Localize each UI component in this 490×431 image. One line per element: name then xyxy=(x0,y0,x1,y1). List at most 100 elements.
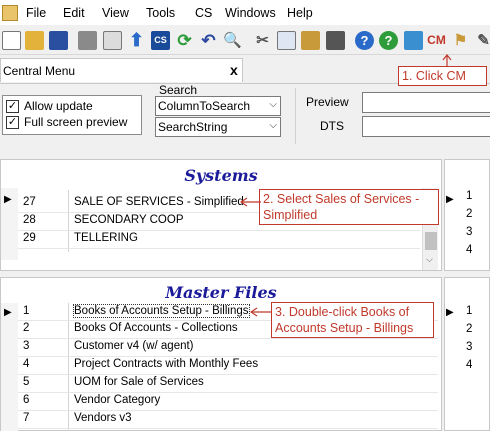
current-row-indicator-icon: ▶ xyxy=(4,194,12,205)
table-row[interactable]: 29 TELLERING xyxy=(17,231,422,247)
callout-arrow-2 xyxy=(240,197,261,207)
preview-group: Preview DTS xyxy=(295,88,490,144)
column-to-search-value: ColumnToSearch xyxy=(158,99,251,113)
row-number: 28 xyxy=(23,214,36,226)
row-description: Vendors v3 xyxy=(74,412,132,424)
table-row[interactable]: 5 UOM for Sale of Services xyxy=(17,375,439,391)
row-divider xyxy=(18,230,420,231)
paste-icon[interactable] xyxy=(301,31,320,50)
callout-step-2: 2. Select Sales of Services - Simplified xyxy=(259,189,439,225)
menu-cs[interactable]: CS xyxy=(195,6,212,20)
master-files-title: Master Files xyxy=(165,283,277,302)
grid-icon[interactable] xyxy=(326,31,345,50)
copy-icon[interactable] xyxy=(277,31,296,50)
row-description: Books Of Accounts - Collections xyxy=(74,322,238,334)
table-row[interactable]: 3 Customer v4 (w/ agent) xyxy=(17,339,439,355)
menu-file[interactable]: File xyxy=(26,6,46,20)
row-number: 1 xyxy=(23,305,30,317)
tab-title: Central Menu xyxy=(3,64,76,78)
cs-icon[interactable]: CS xyxy=(151,31,170,50)
row-divider xyxy=(18,428,438,429)
row-description: Vendor Category xyxy=(74,394,161,406)
row-number: 2 xyxy=(23,322,30,334)
menu-bar: File Edit View Tools CS Windows Help xyxy=(0,0,490,26)
row-number: 1 xyxy=(466,305,473,317)
scroll-down-icon[interactable]: ⌵ xyxy=(426,254,433,265)
menu-help[interactable]: Help xyxy=(287,6,313,20)
row-number: 2 xyxy=(466,323,473,335)
tools-icon[interactable]: ✎ xyxy=(474,31,490,50)
row-description: UOM for Sale of Services xyxy=(74,376,204,388)
scrollbar-thumb[interactable] xyxy=(425,232,437,250)
up-arrow-icon[interactable]: ⬆ xyxy=(127,31,146,50)
row-description: SALE OF SERVICES - Simplified xyxy=(74,196,244,208)
row-number: 4 xyxy=(23,358,30,370)
row-number: 4 xyxy=(466,244,473,256)
options-box: ✓ Allow update ✓ Full screen preview xyxy=(2,95,142,135)
chevron-down-icon: ⌵ xyxy=(269,120,277,131)
row-number: 27 xyxy=(23,196,36,208)
dts-input[interactable] xyxy=(362,116,490,137)
row-description: SECONDARY COOP xyxy=(74,214,184,226)
user-icon[interactable]: ⚑ xyxy=(451,31,470,50)
help-icon[interactable]: ? xyxy=(355,31,374,50)
callout-arrow-1 xyxy=(442,54,452,67)
menu-view[interactable]: View xyxy=(102,6,129,20)
column-to-search-combo[interactable]: ColumnToSearch ⌵ xyxy=(155,96,281,116)
row-divider xyxy=(18,248,420,249)
row-number: 29 xyxy=(23,232,36,244)
search-string-combo[interactable]: SearchString ⌵ xyxy=(155,117,281,137)
table-row[interactable]: 6 Vendor Category xyxy=(17,393,439,409)
undo-icon[interactable]: ↶ xyxy=(199,31,218,50)
row-divider xyxy=(18,374,438,375)
row-number: 7 xyxy=(23,412,30,424)
chevron-down-icon: ⌵ xyxy=(269,99,277,110)
row-description: Customer v4 (w/ agent) xyxy=(74,340,194,352)
refresh-icon[interactable]: ⟳ xyxy=(175,31,194,50)
cut-icon[interactable]: ✂ xyxy=(253,31,272,50)
row-divider xyxy=(18,410,438,411)
save-icon[interactable] xyxy=(49,31,68,50)
calculator-icon[interactable] xyxy=(404,31,423,50)
help-green-icon[interactable]: ? xyxy=(379,31,398,50)
table-row[interactable]: 7 Vendors v3 xyxy=(17,411,439,427)
menu-tools[interactable]: Tools xyxy=(146,6,175,20)
close-icon[interactable]: x xyxy=(230,62,238,78)
allow-update-label: Allow update xyxy=(24,99,93,113)
toolbar: ⬆ CS ⟳ ↶ 🔍 ✂ ? ? CM ⚑ ✎ xyxy=(0,27,490,55)
menu-edit[interactable]: Edit xyxy=(63,6,85,20)
print-preview-icon[interactable] xyxy=(103,31,122,50)
row-number: 3 xyxy=(466,341,473,353)
full-screen-preview-checkbox[interactable]: ✓ xyxy=(6,116,19,129)
print-icon[interactable] xyxy=(78,31,97,50)
search-string-value: SearchString xyxy=(158,120,228,134)
preview-label: Preview xyxy=(306,95,349,109)
new-icon[interactable] xyxy=(2,31,21,50)
row-number: 6 xyxy=(23,394,30,406)
search-group: Search ColumnToSearch ⌵ SearchString ⌵ xyxy=(155,83,285,139)
row-number: 5 xyxy=(23,376,30,388)
full-screen-preview-label: Full screen preview xyxy=(24,115,128,129)
row-description: Books of Accounts Setup - Billings xyxy=(73,304,250,318)
systems-header: Systems xyxy=(1,160,441,188)
search-label: Search xyxy=(159,83,198,97)
row-number: 4 xyxy=(466,359,473,371)
current-row-indicator-icon: ▶ xyxy=(4,307,12,318)
allow-update-checkbox[interactable]: ✓ xyxy=(6,100,19,113)
cm-icon[interactable]: CM xyxy=(427,31,446,50)
open-folder-icon[interactable] xyxy=(25,31,44,50)
row-description: Project Contracts with Monthly Fees xyxy=(74,358,259,370)
master-files-right-pane xyxy=(444,277,490,431)
tab-central-menu[interactable]: Central Menu x xyxy=(0,58,243,82)
find-icon[interactable]: 🔍 xyxy=(223,31,242,50)
row-divider xyxy=(18,338,438,339)
preview-input[interactable] xyxy=(362,92,490,113)
table-row[interactable]: 4 Project Contracts with Monthly Fees xyxy=(17,357,439,373)
row-description: TELLERING xyxy=(74,232,138,244)
row-number: 1 xyxy=(466,190,473,202)
master-files-row-header xyxy=(1,303,18,431)
row-number: 3 xyxy=(23,340,30,352)
column-divider xyxy=(68,303,69,431)
app-icon xyxy=(2,5,18,21)
menu-windows[interactable]: Windows xyxy=(225,6,276,20)
